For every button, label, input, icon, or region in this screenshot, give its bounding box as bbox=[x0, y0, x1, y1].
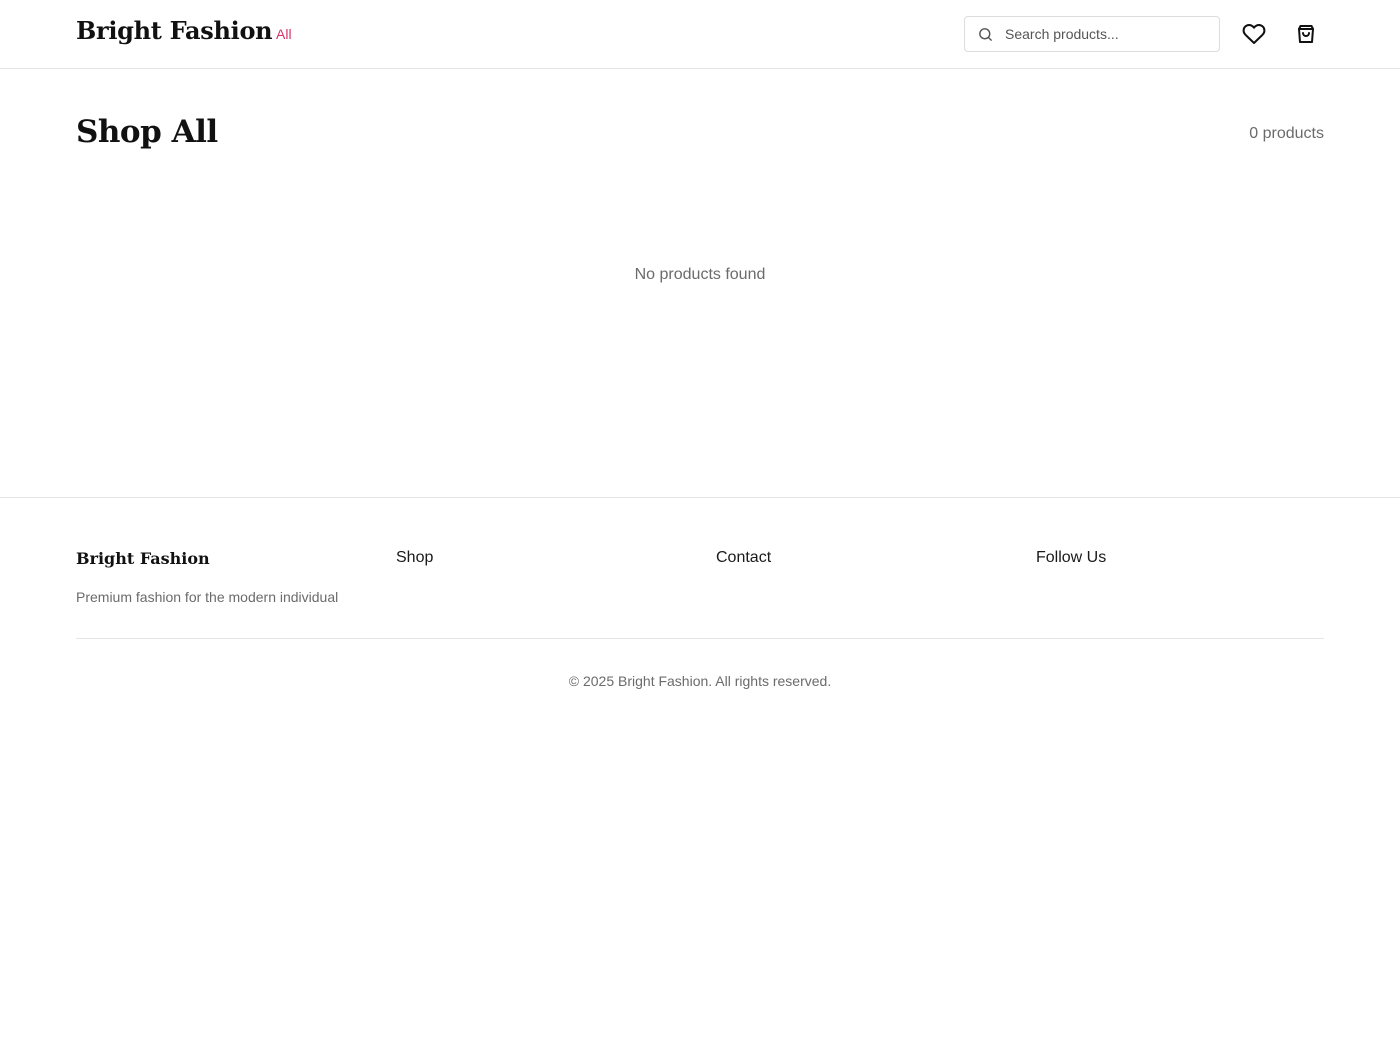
product-count: 0 products bbox=[1249, 125, 1324, 142]
wishlist-button[interactable] bbox=[1242, 22, 1266, 46]
footer-brand: Bright Fashion bbox=[76, 549, 210, 568]
copyright-text: © 2025 Bright Fashion. All rights reserv… bbox=[568, 673, 832, 689]
footer-heading-shop: Shop bbox=[396, 549, 434, 566]
heart-icon bbox=[1242, 24, 1266, 44]
search-icon bbox=[979, 28, 992, 41]
empty-state-message: No products found bbox=[634, 266, 766, 283]
search-input[interactable] bbox=[1005, 17, 1213, 51]
search-box[interactable] bbox=[964, 16, 1220, 52]
cart-button[interactable] bbox=[1294, 22, 1318, 46]
footer-heading-contact: Contact bbox=[716, 549, 772, 566]
footer-tagline: Premium fashion for the modern individua… bbox=[76, 589, 339, 605]
site-logo[interactable]: Bright Fashion bbox=[76, 16, 273, 45]
footer-heading-follow-us: Follow Us bbox=[1036, 549, 1107, 566]
nav-link-all[interactable]: All bbox=[276, 26, 292, 42]
site-footer: Bright Fashion Premium fashion for the m… bbox=[0, 497, 1400, 727]
shopping-bag-icon bbox=[1298, 25, 1314, 43]
page-title: Shop All bbox=[76, 114, 218, 150]
footer-divider bbox=[76, 638, 1324, 639]
site-header: Bright Fashion All bbox=[0, 0, 1400, 69]
